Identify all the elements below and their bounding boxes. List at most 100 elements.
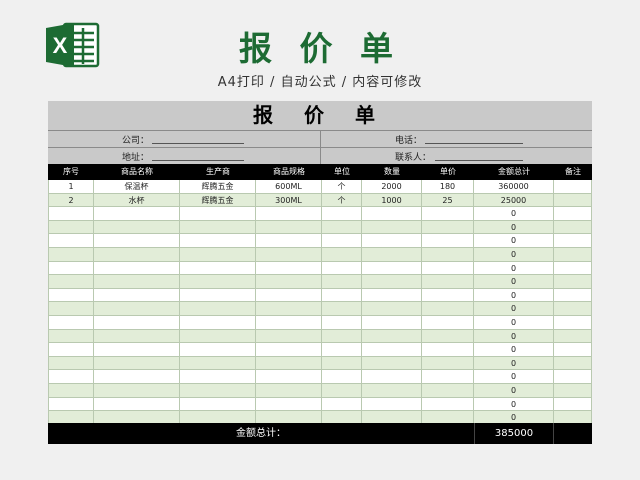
col-index-cell[interactable] bbox=[48, 288, 94, 303]
col-remark-cell[interactable] bbox=[554, 275, 592, 289]
col-manufacturer-cell[interactable] bbox=[180, 356, 256, 371]
col-quantity-cell[interactable] bbox=[362, 343, 422, 357]
col-product-name-cell[interactable] bbox=[94, 329, 180, 344]
col-unit-cell[interactable] bbox=[322, 370, 362, 384]
col-unit-cell[interactable] bbox=[322, 207, 362, 221]
col-index-cell[interactable] bbox=[48, 397, 94, 412]
col-product-name-cell[interactable]: 保温杯 bbox=[94, 180, 180, 194]
col-product-name-cell[interactable] bbox=[94, 343, 180, 357]
col-manufacturer-cell[interactable] bbox=[180, 207, 256, 221]
col-quantity-cell[interactable] bbox=[362, 275, 422, 289]
col-index-cell[interactable] bbox=[48, 234, 94, 248]
address-field[interactable] bbox=[152, 160, 244, 161]
col-index-cell[interactable] bbox=[48, 275, 94, 289]
col-index-cell[interactable] bbox=[48, 384, 94, 398]
col-total-cell[interactable]: 0 bbox=[474, 302, 554, 316]
col-unit-price-cell[interactable] bbox=[422, 261, 474, 276]
col-remark-cell[interactable] bbox=[554, 343, 592, 357]
col-remark-cell[interactable] bbox=[554, 316, 592, 330]
col-spec-cell[interactable] bbox=[256, 397, 322, 412]
col-quantity-cell[interactable]: 2000 bbox=[362, 180, 422, 194]
col-unit-price-cell[interactable] bbox=[422, 343, 474, 357]
col-total-cell[interactable]: 0 bbox=[474, 275, 554, 289]
col-product-name-cell[interactable] bbox=[94, 316, 180, 330]
col-remark-cell[interactable] bbox=[554, 356, 592, 371]
col-spec-cell[interactable]: 300ML bbox=[256, 193, 322, 208]
col-manufacturer-cell[interactable]: 辉腾五金 bbox=[180, 180, 256, 194]
col-unit-price-cell[interactable] bbox=[422, 248, 474, 262]
col-unit-price-cell[interactable] bbox=[422, 302, 474, 316]
col-unit-price-cell[interactable] bbox=[422, 316, 474, 330]
col-quantity-cell[interactable] bbox=[362, 329, 422, 344]
col-total-cell[interactable]: 0 bbox=[474, 220, 554, 235]
col-remark-cell[interactable] bbox=[554, 384, 592, 398]
col-unit-price-cell[interactable] bbox=[422, 329, 474, 344]
col-remark-cell[interactable] bbox=[554, 397, 592, 412]
col-spec-cell[interactable] bbox=[256, 261, 322, 276]
col-index-cell[interactable] bbox=[48, 329, 94, 344]
col-quantity-cell[interactable] bbox=[362, 248, 422, 262]
col-index-cell[interactable] bbox=[48, 356, 94, 371]
col-index-cell[interactable] bbox=[48, 302, 94, 316]
col-remark-cell[interactable] bbox=[554, 261, 592, 276]
col-total-cell[interactable]: 0 bbox=[474, 384, 554, 398]
col-spec-cell[interactable] bbox=[256, 356, 322, 371]
col-product-name-cell[interactable] bbox=[94, 288, 180, 303]
col-quantity-cell[interactable] bbox=[362, 288, 422, 303]
col-unit-price-cell[interactable]: 25 bbox=[422, 193, 474, 208]
col-product-name-cell[interactable]: 水杯 bbox=[94, 193, 180, 208]
col-unit-cell[interactable] bbox=[322, 384, 362, 398]
col-unit-cell[interactable] bbox=[322, 316, 362, 330]
col-remark-cell[interactable] bbox=[554, 207, 592, 221]
col-total-cell[interactable]: 0 bbox=[474, 234, 554, 248]
col-manufacturer-cell[interactable] bbox=[180, 261, 256, 276]
col-product-name-cell[interactable] bbox=[94, 207, 180, 221]
col-total-cell[interactable]: 0 bbox=[474, 316, 554, 330]
col-spec-cell[interactable] bbox=[256, 248, 322, 262]
col-total-cell[interactable]: 0 bbox=[474, 261, 554, 276]
col-manufacturer-cell[interactable] bbox=[180, 384, 256, 398]
col-spec-cell[interactable] bbox=[256, 288, 322, 303]
col-quantity-cell[interactable] bbox=[362, 370, 422, 384]
contact-field[interactable] bbox=[435, 160, 523, 161]
col-quantity-cell[interactable]: 1000 bbox=[362, 193, 422, 208]
col-index-cell[interactable] bbox=[48, 248, 94, 262]
col-spec-cell[interactable] bbox=[256, 384, 322, 398]
col-quantity-cell[interactable] bbox=[362, 384, 422, 398]
col-spec-cell[interactable] bbox=[256, 370, 322, 384]
col-product-name-cell[interactable] bbox=[94, 248, 180, 262]
col-unit-price-cell[interactable]: 180 bbox=[422, 180, 474, 194]
col-unit-cell[interactable] bbox=[322, 220, 362, 235]
col-manufacturer-cell[interactable] bbox=[180, 302, 256, 316]
col-unit-cell[interactable]: 个 bbox=[322, 193, 362, 208]
col-spec-cell[interactable] bbox=[256, 302, 322, 316]
col-index-cell[interactable]: 1 bbox=[48, 180, 94, 194]
col-manufacturer-cell[interactable] bbox=[180, 248, 256, 262]
col-unit-cell[interactable] bbox=[322, 302, 362, 316]
col-unit-cell[interactable] bbox=[322, 261, 362, 276]
col-unit-cell[interactable] bbox=[322, 248, 362, 262]
col-index-cell[interactable] bbox=[48, 207, 94, 221]
col-spec-cell[interactable] bbox=[256, 343, 322, 357]
col-quantity-cell[interactable] bbox=[362, 234, 422, 248]
col-unit-cell[interactable] bbox=[322, 356, 362, 371]
col-index-cell[interactable] bbox=[48, 261, 94, 276]
col-product-name-cell[interactable] bbox=[94, 234, 180, 248]
phone-field[interactable] bbox=[425, 143, 523, 144]
col-remark-cell[interactable] bbox=[554, 180, 592, 194]
col-quantity-cell[interactable] bbox=[362, 356, 422, 371]
col-quantity-cell[interactable] bbox=[362, 316, 422, 330]
col-unit-price-cell[interactable] bbox=[422, 275, 474, 289]
col-unit-price-cell[interactable] bbox=[422, 234, 474, 248]
col-product-name-cell[interactable] bbox=[94, 220, 180, 235]
col-spec-cell[interactable] bbox=[256, 234, 322, 248]
col-remark-cell[interactable] bbox=[554, 234, 592, 248]
col-unit-cell[interactable] bbox=[322, 329, 362, 344]
col-unit-cell[interactable]: 个 bbox=[322, 180, 362, 194]
col-product-name-cell[interactable] bbox=[94, 261, 180, 276]
col-unit-price-cell[interactable] bbox=[422, 356, 474, 371]
col-total-cell[interactable]: 0 bbox=[474, 370, 554, 384]
col-unit-price-cell[interactable] bbox=[422, 220, 474, 235]
col-manufacturer-cell[interactable] bbox=[180, 234, 256, 248]
col-quantity-cell[interactable] bbox=[362, 220, 422, 235]
